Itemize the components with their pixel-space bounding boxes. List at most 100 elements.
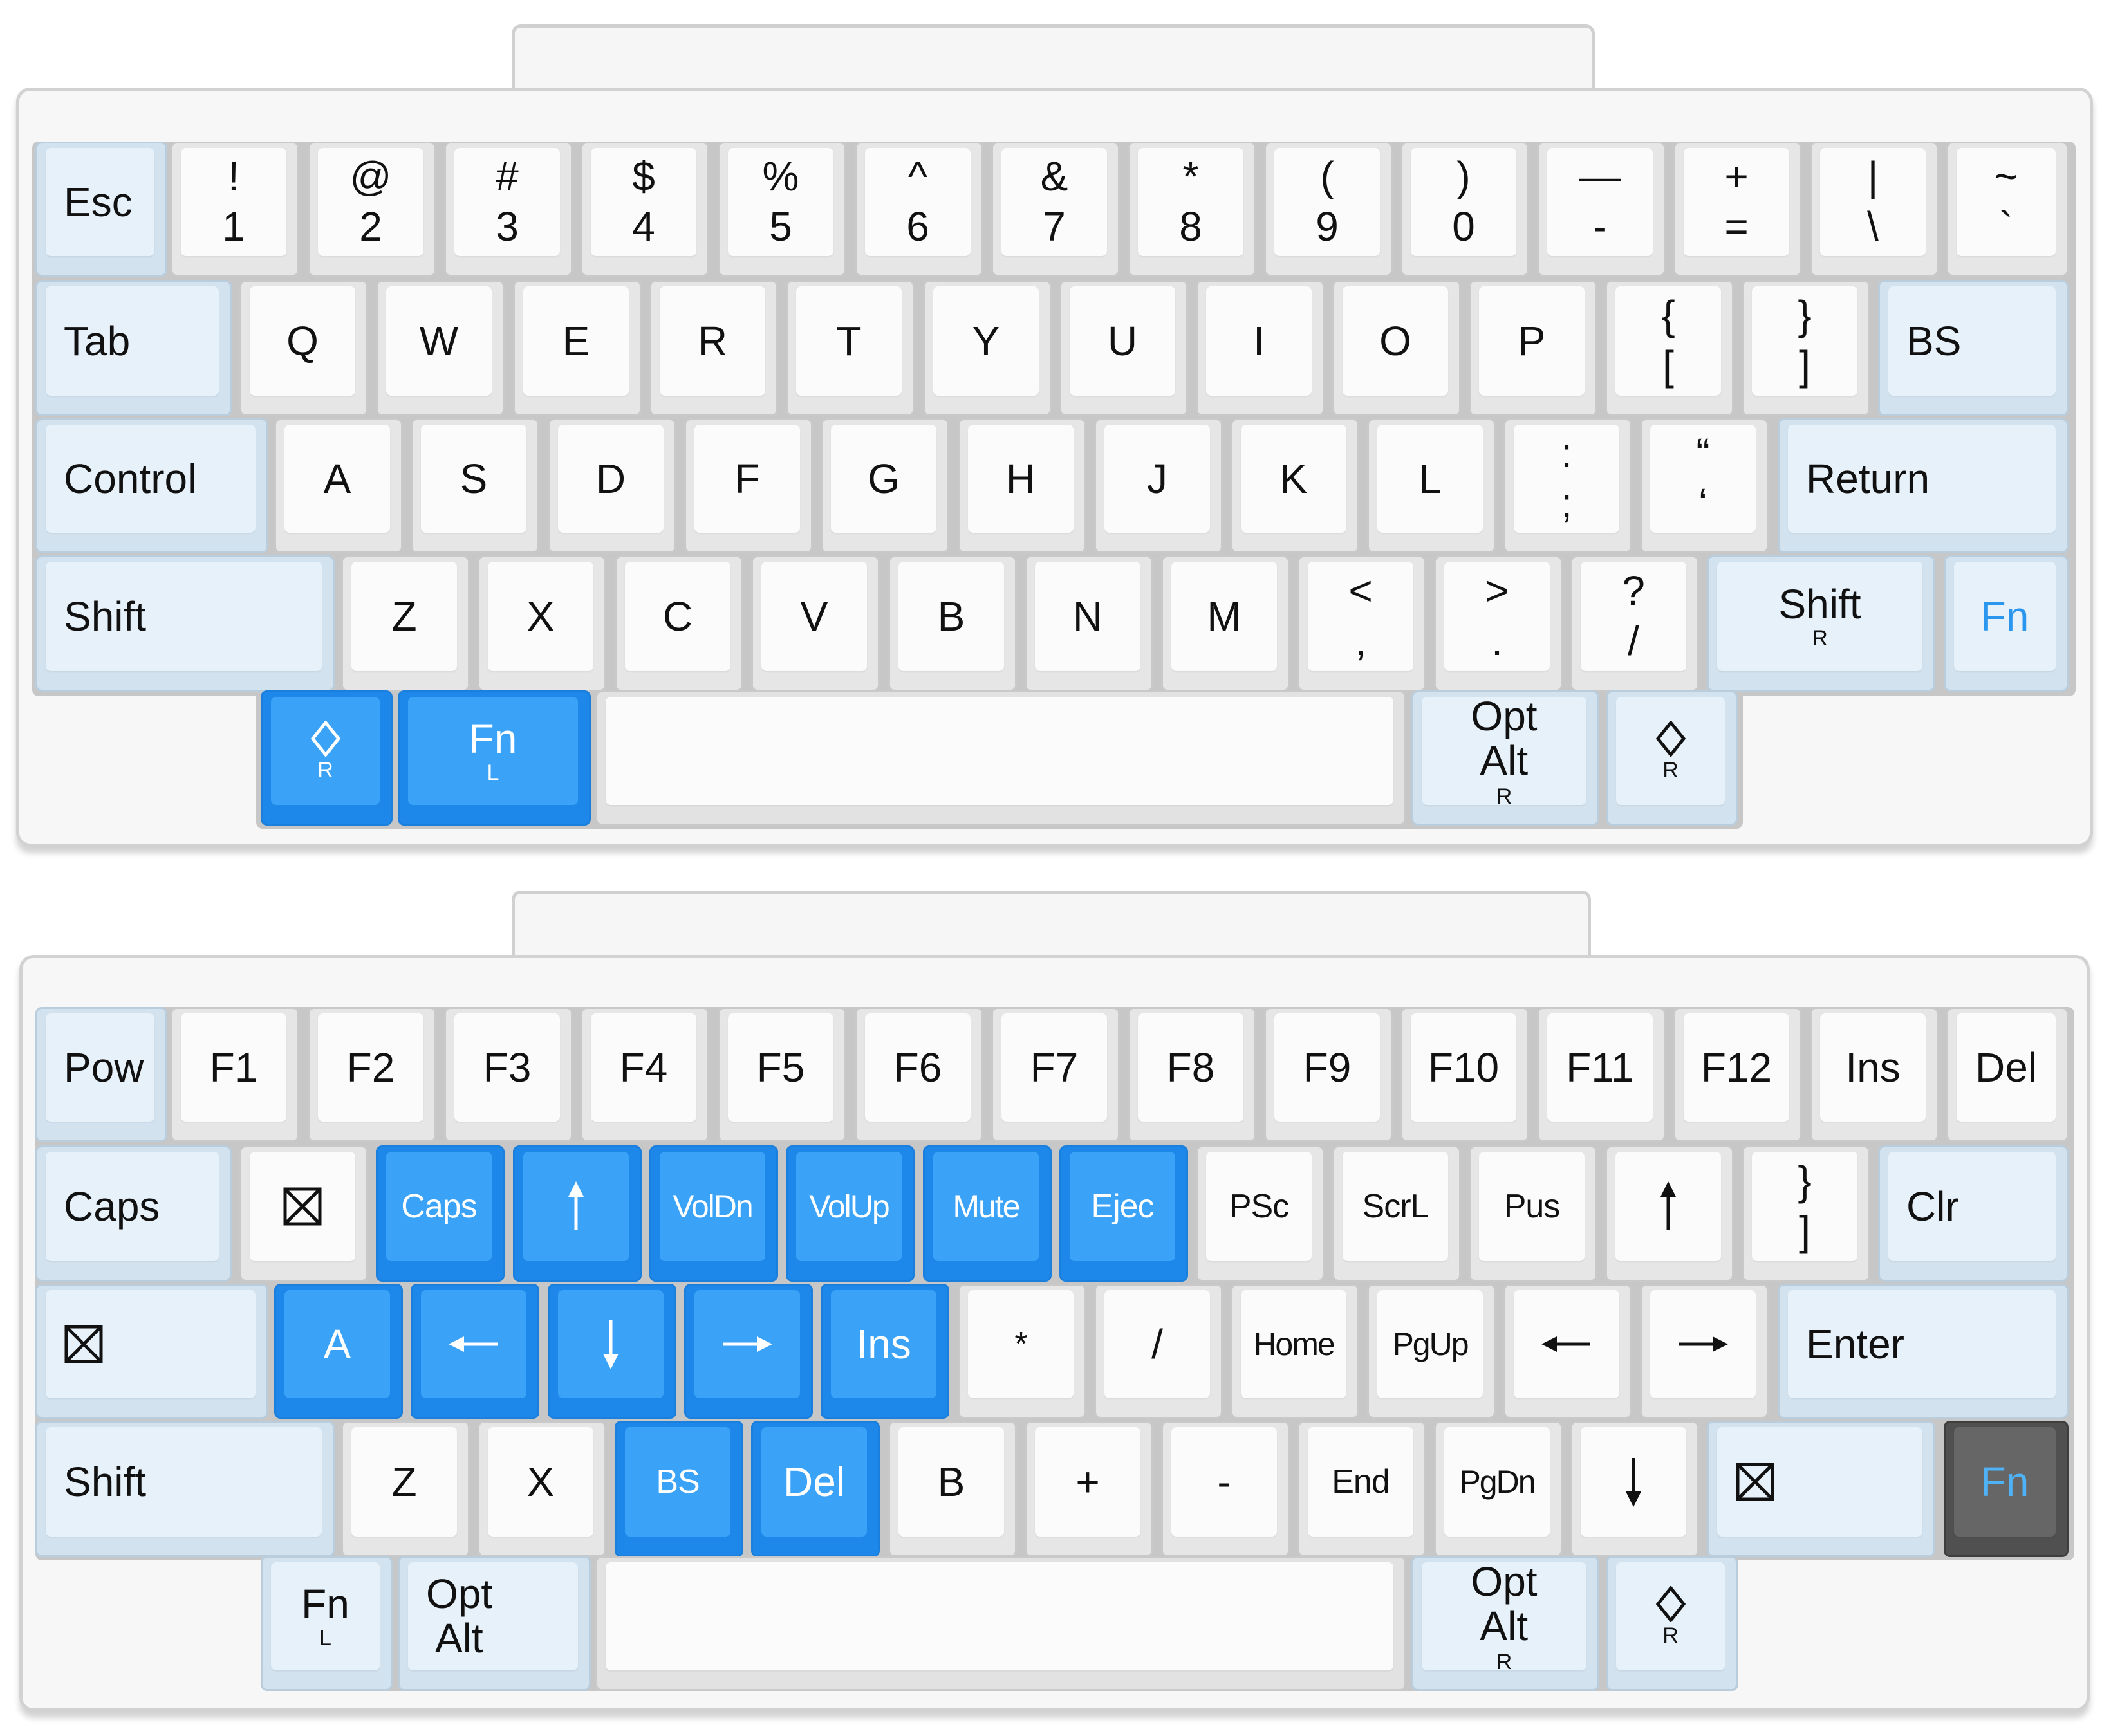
key-q[interactable]: Q — [239, 280, 368, 416]
key-f12[interactable]: F12 — [1673, 1007, 1802, 1142]
key-ins[interactable]: Ins — [1810, 1007, 1939, 1142]
key-equal[interactable]: + = — [1673, 142, 1802, 277]
key-j[interactable]: J — [1094, 418, 1223, 553]
key-end[interactable]: End — [1297, 1421, 1426, 1557]
key-f3[interactable]: F3 — [444, 1007, 573, 1142]
key-leftarrow2[interactable] — [1503, 1284, 1632, 1419]
key-leftarrow1[interactable] — [411, 1284, 539, 1419]
key-1[interactable]: ! 1 — [171, 142, 299, 277]
key-lshift2[interactable]: Shift — [35, 1421, 335, 1557]
key-ejec[interactable]: Ejec — [1059, 1145, 1188, 1282]
key-b2[interactable]: B — [888, 1421, 1017, 1557]
key-plus[interactable]: + — [1025, 1421, 1153, 1557]
key-h[interactable]: H — [958, 418, 1086, 553]
key-ropt[interactable]: Opt Alt R — [1411, 690, 1599, 826]
key-m[interactable]: M — [1161, 555, 1290, 692]
key-o[interactable]: O — [1332, 280, 1461, 416]
key-v[interactable]: V — [751, 555, 880, 692]
key-blank2[interactable] — [35, 1284, 268, 1419]
key-fn2[interactable]: Fn — [1944, 1421, 2069, 1557]
key-space[interactable] — [595, 690, 1406, 826]
key-b[interactable]: B — [888, 555, 1017, 692]
key-f6[interactable]: F6 — [855, 1007, 983, 1142]
key-lopt2[interactable]: Opt Alt — [398, 1556, 591, 1691]
key-a[interactable]: A — [274, 418, 403, 553]
key-blank1[interactable] — [239, 1145, 368, 1282]
key-enter[interactable]: Enter — [1778, 1284, 2069, 1419]
key-z2[interactable]: Z — [341, 1421, 470, 1557]
key-lfn[interactable]: Fn L — [398, 690, 591, 826]
key-x[interactable]: X — [478, 555, 606, 692]
key-e[interactable]: E — [513, 280, 642, 416]
key-n[interactable]: N — [1025, 555, 1153, 692]
key-ropt2[interactable]: Opt Alt R — [1411, 1556, 1599, 1691]
key-r[interactable]: R — [649, 280, 778, 416]
key-y[interactable]: Y — [923, 280, 1052, 416]
key-comma[interactable]: <, — [1297, 555, 1426, 692]
key-6[interactable]: ^ 6 — [855, 142, 983, 277]
key-esc[interactable]: Esc — [35, 142, 167, 277]
key-4[interactable]: $4 — [581, 142, 709, 277]
key-t[interactable]: T — [786, 280, 915, 416]
key-f10[interactable]: F10 — [1400, 1007, 1529, 1142]
key-7[interactable]: & 7 — [991, 142, 1120, 277]
key-k[interactable]: K — [1231, 418, 1359, 553]
key-w[interactable]: W — [376, 280, 505, 416]
key-capslock[interactable]: Caps — [376, 1145, 505, 1282]
key-home[interactable]: Home — [1231, 1284, 1359, 1419]
key-rcmd[interactable]: R — [1606, 690, 1738, 826]
key-downarrow2[interactable] — [1570, 1421, 1699, 1557]
key-l[interactable]: L — [1367, 418, 1496, 553]
key-quote[interactable]: “‘ — [1640, 418, 1769, 553]
key-i[interactable]: I — [1196, 280, 1325, 416]
key-g[interactable]: G — [821, 418, 949, 553]
key-f5[interactable]: F5 — [718, 1007, 846, 1142]
key-scrl[interactable]: ScrL — [1332, 1145, 1461, 1282]
key-rightarrow1[interactable] — [684, 1284, 813, 1419]
key-backslash[interactable]: | \ — [1810, 142, 1939, 277]
key-asterisk[interactable]: * — [958, 1284, 1086, 1419]
key-p[interactable]: P — [1469, 280, 1597, 416]
key-voldn[interactable]: VolDn — [649, 1145, 778, 1282]
key-rshift[interactable]: Shift R — [1707, 555, 1935, 692]
key-3[interactable]: #3 — [444, 142, 573, 277]
key-f[interactable]: F — [684, 418, 813, 553]
key-downarrow1[interactable] — [548, 1284, 676, 1419]
key-u[interactable]: U — [1059, 280, 1188, 416]
key-return[interactable]: Return — [1778, 418, 2069, 553]
key-uparrow1[interactable] — [513, 1145, 642, 1282]
key-del[interactable]: Del — [1946, 1007, 2069, 1142]
key-volup[interactable]: VolUp — [786, 1145, 915, 1282]
key-minus[interactable]: — - — [1537, 142, 1666, 277]
key-pow[interactable]: Pow — [35, 1007, 167, 1142]
key-9[interactable]: (9 — [1264, 142, 1393, 277]
key-bs2[interactable]: BS — [615, 1421, 743, 1557]
key-minus2[interactable]: - — [1161, 1421, 1290, 1557]
key-a2[interactable]: A — [274, 1284, 403, 1419]
key-pgdn[interactable]: PgDn — [1434, 1421, 1563, 1557]
key-period[interactable]: >. — [1434, 555, 1563, 692]
key-rbracket[interactable]: }] — [1742, 280, 1870, 416]
key-0[interactable]: ) 0 — [1400, 142, 1529, 277]
key-f2[interactable]: F2 — [308, 1007, 436, 1142]
key-caps[interactable]: Caps — [35, 1145, 232, 1282]
key-control[interactable]: Control — [35, 418, 268, 553]
key-clr[interactable]: Clr — [1878, 1145, 2069, 1282]
key-f11[interactable]: F11 — [1537, 1007, 1666, 1142]
key-f7[interactable]: F7 — [991, 1007, 1120, 1142]
key-lfn2[interactable]: Fn L — [261, 1556, 393, 1691]
key-rcmd2[interactable]: R — [1606, 1556, 1738, 1691]
key-c[interactable]: C — [615, 555, 743, 692]
key-semicolon[interactable]: :; — [1503, 418, 1632, 553]
key-f4[interactable]: F4 — [581, 1007, 709, 1142]
key-psc[interactable]: PSc — [1196, 1145, 1325, 1282]
key-rightarrow2[interactable] — [1640, 1284, 1769, 1419]
key-grave[interactable]: ~ ` — [1946, 142, 2069, 277]
key-lshift[interactable]: Shift — [35, 555, 335, 692]
key-5[interactable]: % 5 — [718, 142, 846, 277]
key-pus[interactable]: Pus — [1469, 1145, 1597, 1282]
key-uparrow2[interactable] — [1605, 1145, 1734, 1282]
key-slash[interactable]: ? / — [1570, 555, 1699, 692]
key-x2[interactable]: X — [478, 1421, 606, 1557]
key-del2[interactable]: Del — [751, 1421, 880, 1557]
